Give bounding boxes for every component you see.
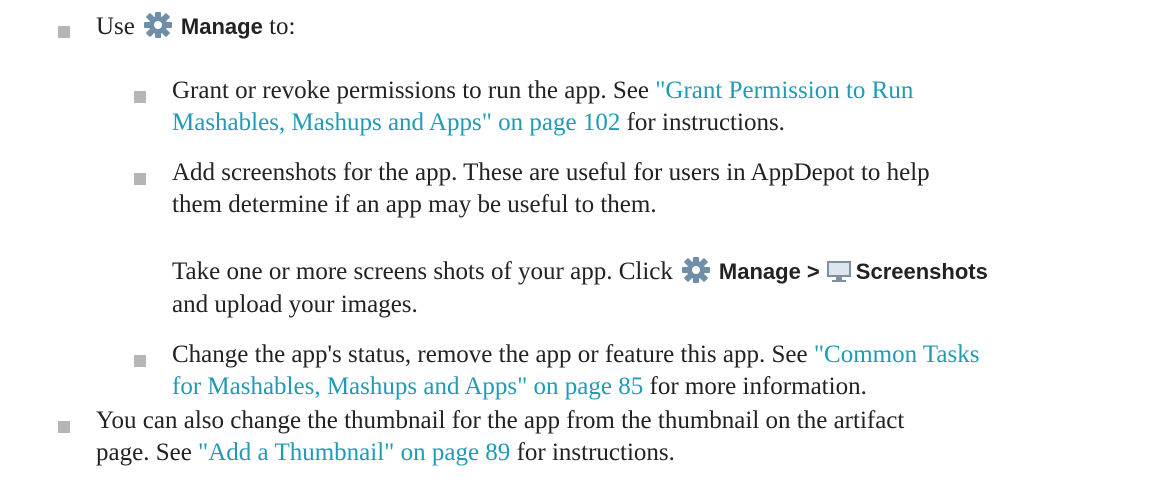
- item-text: and upload your images.: [172, 291, 418, 318]
- monitor-icon: [826, 259, 852, 283]
- common-tasks-link-cont[interactable]: for Mashables, Mashups and Apps" on page…: [172, 373, 643, 400]
- item-text: You can also change the thumbnail for th…: [96, 407, 905, 434]
- list-item-thumbnail: You can also change the thumbnail for th…: [96, 405, 904, 437]
- list-item-use-manage: Use Manage to:: [96, 10, 295, 43]
- list-item-change-status-line2: for Mashables, Mashups and Apps" on page…: [172, 371, 867, 403]
- list-item-change-status: Change the app's status, remove the app …: [172, 339, 979, 371]
- bullet-marker: [134, 91, 146, 103]
- gear-icon: [679, 255, 713, 285]
- item-prefix: Use: [96, 13, 135, 40]
- item-text: Change the app's status, remove the app …: [172, 341, 814, 368]
- manage-label: Manage: [180, 14, 263, 39]
- item-text: Take one or more screens shots of your a…: [172, 258, 673, 285]
- list-item-add-screenshots: Add screenshots for the app. These are u…: [172, 157, 930, 189]
- bullet-marker: [134, 355, 146, 367]
- item-text: them determine if an app may be useful t…: [172, 191, 657, 218]
- list-item-grant-permissions-line2: Mashables, Mashups and Apps" on page 102…: [172, 107, 785, 139]
- item-text: Grant or revoke permissions to run the a…: [172, 77, 656, 104]
- manage-breadcrumb: Manage >: [718, 259, 820, 284]
- grant-permission-link[interactable]: "Grant Permission to Run: [655, 77, 913, 104]
- common-tasks-link[interactable]: "Common Tasks: [814, 341, 980, 368]
- item-suffix: to:: [269, 13, 296, 40]
- item-text: page. See: [96, 439, 199, 466]
- list-item-thumbnail-line2: page. See "Add a Thumbnail" on page 89 f…: [96, 437, 675, 469]
- bullet-marker: [58, 26, 70, 38]
- grant-permission-link-cont[interactable]: Mashables, Mashups and Apps" on page 102: [172, 109, 620, 136]
- item-text: Add screenshots for the app. These are u…: [172, 159, 930, 186]
- bullet-marker: [134, 173, 146, 185]
- item-text: for instructions.: [510, 439, 675, 466]
- add-thumbnail-link[interactable]: "Add a Thumbnail" on page 89: [198, 439, 510, 466]
- item-text: for more information.: [643, 373, 867, 400]
- list-item-add-screenshots-line2: them determine if an app may be useful t…: [172, 189, 657, 221]
- list-item-grant-permissions: Grant or revoke permissions to run the a…: [172, 75, 913, 107]
- item-text: for instructions.: [620, 109, 785, 136]
- bullet-marker: [58, 421, 70, 433]
- screenshots-instruction: Take one or more screens shots of your a…: [172, 255, 988, 288]
- screenshots-instruction-line2: and upload your images.: [172, 289, 418, 321]
- gear-icon: [141, 10, 175, 40]
- screenshots-label: Screenshots: [855, 259, 988, 284]
